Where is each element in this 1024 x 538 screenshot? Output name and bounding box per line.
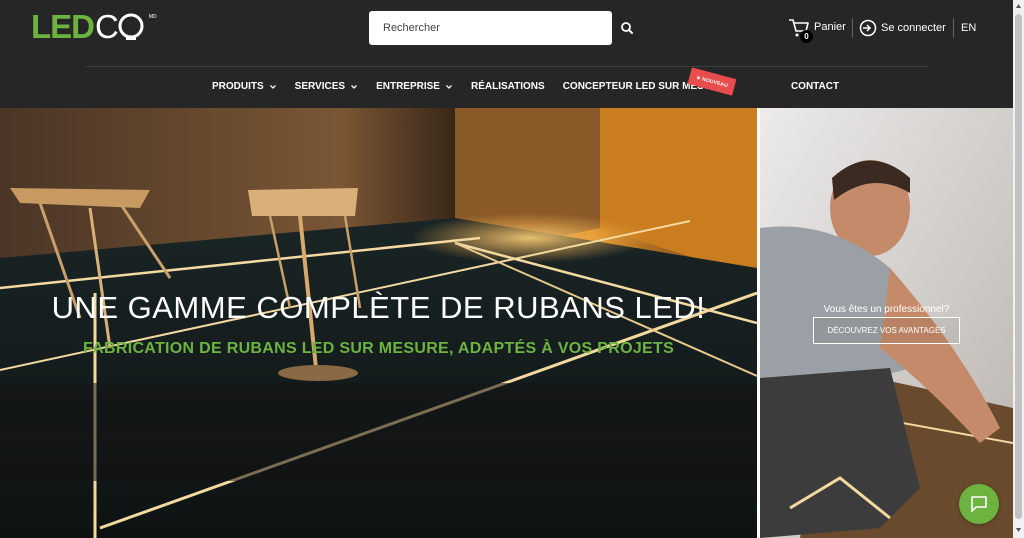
nav-item-produits[interactable]: PRODUITS — [212, 81, 277, 92]
cart-icon: 0 — [788, 18, 813, 43]
main-nav: PRODUITS SERVICES ENTREPRISE RÉALISATION… — [212, 81, 857, 92]
nav-item-realisations[interactable]: RÉALISATIONS — [471, 81, 545, 92]
pro-advantages-button[interactable]: DÉCOUVREZ VOS AVANTAGES — [813, 317, 960, 344]
chevron-down-icon — [446, 84, 452, 89]
nav-label: SERVICES — [294, 81, 346, 92]
site-header: LED C MD 0 Panier Se connecter EN PRODUI… — [0, 0, 1013, 108]
language-switch[interactable]: EN — [961, 22, 976, 34]
logo-led-text: LED — [31, 8, 95, 45]
login-label: Se connecter — [881, 22, 946, 34]
chevron-down-icon — [269, 84, 276, 89]
pro-question: Vous êtes un professionnel? — [823, 304, 950, 315]
nav-item-entreprise[interactable]: ENTREPRISE — [376, 81, 453, 92]
hero-caption-band — [0, 383, 757, 481]
nav-label: PRODUITS — [212, 81, 264, 92]
header-divider — [86, 66, 928, 67]
scroll-down-arrow-icon[interactable] — [1015, 526, 1022, 533]
hero-banner[interactable]: UNE GAMME COMPLÈTE DE RUBANS LED! FABRIC… — [0, 108, 757, 538]
search-button[interactable] — [617, 18, 637, 38]
logo-co-text: C — [95, 10, 146, 43]
login-icon — [859, 19, 877, 37]
nav-label: ENTREPRISE — [376, 81, 440, 92]
cart-button[interactable]: 0 Panier — [788, 18, 846, 43]
nav-item-contact[interactable]: CONTACT — [791, 81, 839, 92]
header-separator — [953, 18, 954, 38]
scroll-up-arrow-icon[interactable] — [1015, 3, 1022, 10]
cart-label: Panier — [814, 21, 846, 33]
cart-count-badge: 0 — [800, 30, 813, 43]
chat-icon — [971, 496, 987, 512]
chat-button[interactable] — [959, 484, 999, 524]
nav-label: CONTACT — [790, 81, 840, 92]
nav-label: RÉALISATIONS — [470, 81, 545, 92]
search-icon — [621, 22, 633, 34]
header-separator — [852, 18, 853, 38]
logo-mark: MD — [148, 14, 157, 20]
login-button[interactable]: Se connecter — [859, 19, 946, 37]
search-input[interactable] — [369, 11, 612, 45]
pro-banner[interactable]: Vous êtes un professionnel? DÉCOUVREZ VO… — [760, 108, 1013, 538]
scrollbar-thumb[interactable] — [1015, 14, 1022, 519]
ledco-logo[interactable]: LED C MD — [31, 8, 157, 45]
nav-item-services[interactable]: SERVICES — [295, 81, 358, 92]
bulb-icon — [118, 13, 144, 40]
chevron-down-icon — [351, 84, 358, 89]
hero-title: UNE GAMME COMPLÈTE DE RUBANS LED! — [51, 290, 706, 325]
hero-subtitle: FABRICATION DE RUBANS LED SUR MESURE, AD… — [82, 340, 675, 357]
